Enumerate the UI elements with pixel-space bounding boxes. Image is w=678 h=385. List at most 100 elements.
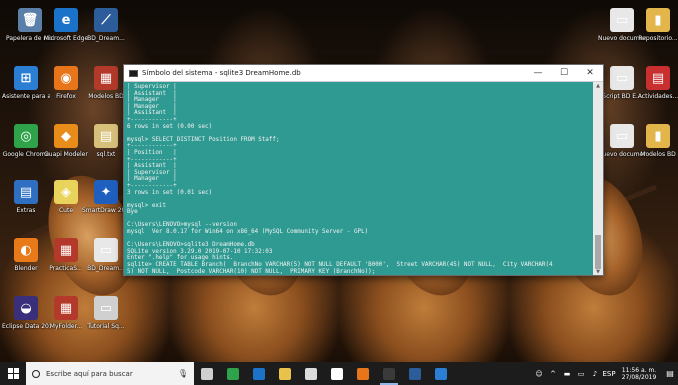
smartdraw-icon: ✦	[94, 180, 118, 204]
vertical-scrollbar[interactable]: ▲ ▼	[593, 82, 603, 275]
modelos-bd-2-icon: ▮	[646, 124, 670, 148]
console-line: +------------+	[127, 116, 177, 123]
desktop-icon-label: Modelos BD	[88, 93, 124, 100]
eclipse-icon: ◒	[14, 296, 38, 320]
desktop-icon-chrome[interactable]: ◎ Google Chrome	[2, 124, 50, 158]
desktop-icon-label: Asistente para actuali...	[2, 93, 50, 100]
search-placeholder: Escribe aquí para buscar	[46, 369, 133, 378]
taskbar-app-cmd[interactable]	[376, 362, 402, 385]
practicas-icon: ▦	[54, 238, 78, 262]
tray-icon[interactable]: ♪	[588, 370, 602, 378]
firefox-icon: ◉	[54, 66, 78, 90]
window-titlebar[interactable]: Símbolo del sistema - sqlite3 DreamHome.…	[124, 65, 603, 82]
microphone-icon[interactable]: 🎙	[178, 369, 188, 378]
console-line: | Position |	[127, 149, 177, 156]
tray-icon[interactable]: ▭	[574, 370, 588, 378]
command-prompt-window[interactable]: Símbolo del sistema - sqlite3 DreamHome.…	[123, 64, 604, 276]
desktop-icon-bd-dreams[interactable]: ⟋ BD_Dream...	[84, 8, 128, 42]
clock[interactable]: 11:56 a. m. 27/08/2019	[616, 367, 662, 381]
desktop-icon-eclipse[interactable]: ◒ Eclipse Data 2019-06	[2, 296, 50, 330]
taskbar-app-mail[interactable]	[324, 362, 350, 385]
bd-dreams-2-icon: ▭	[94, 238, 118, 262]
desktop-icon-repositorio[interactable]: ▮ Repositorio...	[636, 8, 678, 42]
desktop-icon-bd-dreams-2[interactable]: ▭ BD_Dream...	[84, 238, 128, 272]
extras-icon: ▤	[14, 180, 38, 204]
desktop-icon-sql-file[interactable]: ▤ sql.txt	[84, 124, 128, 158]
scroll-down-arrow-icon[interactable]: ▼	[593, 269, 603, 275]
minimize-button[interactable]: —	[525, 65, 551, 81]
console-line: | Manager |	[127, 97, 177, 104]
taskbar-app-bd-app[interactable]	[402, 362, 428, 385]
desktop-icon-modelos-bd-2[interactable]: ▮ Modelos BD	[636, 124, 678, 158]
desktop-icon-smartdraw[interactable]: ✦ SmartDraw 2019	[82, 180, 130, 214]
clock-time: 11:56 a. m.	[621, 366, 657, 374]
taskbar-app-edge[interactable]	[246, 362, 272, 385]
desktop-icon-label: Cute	[58, 207, 74, 214]
desktop-icon-label: Blender	[14, 265, 38, 272]
mail-icon	[331, 367, 343, 380]
desktop-icon-tutorial[interactable]: ▭ Tutorial Sq...	[84, 296, 128, 330]
taskbar-app-photos[interactable]	[428, 362, 454, 385]
tray-icon[interactable]: ☺	[532, 370, 546, 378]
edge-icon: e	[54, 8, 78, 32]
tray-icon[interactable]: ^	[546, 370, 560, 378]
desktop-icon-modelos-bd[interactable]: ▦ Modelos BD	[84, 66, 128, 100]
console-line: C:\Users\LENOVO>sqlite3 DreamHome.db	[127, 242, 255, 249]
desktop-icon-label: Actividades...	[637, 93, 678, 100]
start-button[interactable]	[0, 362, 26, 385]
desktop-icon-edge[interactable]: e Microsoft Edge	[44, 8, 88, 42]
nuevo-doc-icon: ▭	[610, 8, 634, 32]
windows-logo-icon	[7, 368, 19, 379]
chrome-icon	[227, 367, 239, 380]
desktop-icon-firefox[interactable]: ◉ Firefox	[44, 66, 88, 100]
desktop-icon-label: Tutorial Sq...	[87, 323, 125, 330]
tray-icon[interactable]: ESP	[602, 370, 616, 378]
desktop-icon-label: BD_Dream...	[87, 35, 125, 42]
tray-icon[interactable]: ▬	[560, 370, 574, 378]
console-line: +------------+	[127, 143, 177, 150]
tutorial-icon: ▭	[94, 296, 118, 320]
desktop-icon-label: sql.txt	[96, 151, 116, 158]
desktop-icon-winrar[interactable]: ▦ MyFolder...	[44, 296, 88, 330]
console-output[interactable]: | Supervisor | | Assistant | | Manager | | …	[124, 82, 593, 275]
taskbar-app-firefox[interactable]	[350, 362, 376, 385]
console-line: +------------+	[127, 182, 177, 189]
maximize-button[interactable]: ☐	[551, 65, 577, 81]
desktop-icon-guapi[interactable]: ◆ Guapi Modeler	[44, 124, 88, 158]
scroll-up-arrow-icon[interactable]: ▲	[593, 83, 603, 89]
console-line: mysql> SELECT DISTINCT Position FROM Sta…	[127, 136, 280, 143]
recycle-bin-icon: 🗑	[18, 8, 42, 32]
taskbar-search[interactable]: Escribe aquí para buscar 🎙	[26, 362, 194, 385]
winrar-icon: ▦	[54, 296, 78, 320]
close-button[interactable]: ✕	[577, 65, 603, 81]
firefox-icon	[357, 367, 369, 380]
blender-icon: ◐	[14, 238, 38, 262]
taskbar-app-task-view[interactable]	[194, 362, 220, 385]
console-line: Enter ".help" for usage hints.	[127, 255, 234, 262]
desktop-icon-label: Google Chrome	[2, 151, 50, 158]
clock-date: 27/08/2019	[621, 373, 657, 381]
task-view-icon	[201, 367, 213, 380]
desktop-icon-label: Eclipse Data 2019-06	[2, 323, 50, 330]
taskbar-app-store[interactable]	[298, 362, 324, 385]
window-title: Símbolo del sistema - sqlite3 DreamHome.…	[142, 69, 301, 77]
desktop-icon-practicas[interactable]: ▦ PracticaS...	[44, 238, 88, 272]
taskbar-app-file-explorer[interactable]	[272, 362, 298, 385]
taskbar-pinned-apps	[194, 362, 454, 385]
tray-icons: ☺ ^ ▬ ▭ ♪ ESP	[532, 370, 616, 378]
console-line: | Manager |	[127, 176, 177, 183]
desktop-icon-asistente[interactable]: ⊞ Asistente para actuali...	[2, 66, 50, 100]
desktop-icon-blender[interactable]: ◐ Blender	[4, 238, 48, 272]
desktop-icon-actividades[interactable]: ▤ Actividades...	[636, 66, 678, 100]
store-icon	[305, 367, 317, 380]
notification-center-icon[interactable]: ▤	[662, 369, 678, 378]
cmd-icon	[383, 367, 395, 380]
scrollbar-thumb[interactable]	[595, 235, 601, 269]
taskbar-app-chrome[interactable]	[220, 362, 246, 385]
console-line: C:\Users\LENOVO>mysql --version	[127, 222, 237, 229]
desktop-icon-label: BD_Dream...	[87, 265, 125, 272]
chrome-icon: ◎	[14, 124, 38, 148]
desktop-icon-extras[interactable]: ▤ Extras	[4, 180, 48, 214]
desktop-icon-label: Firefox	[56, 93, 76, 100]
